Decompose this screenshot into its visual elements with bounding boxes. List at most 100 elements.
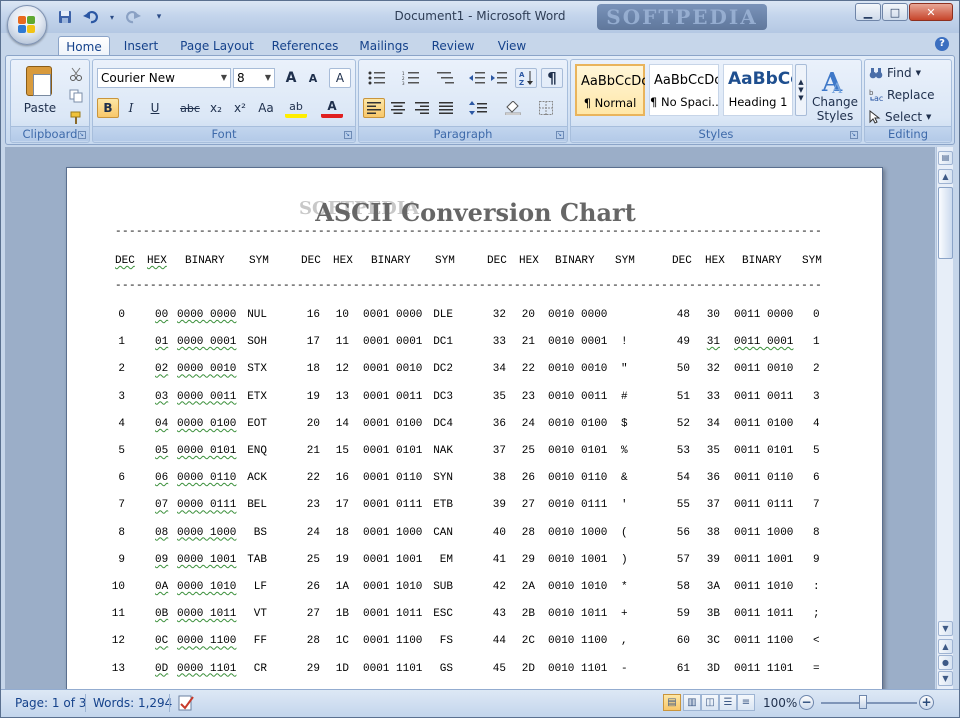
document-area[interactable]: SOFTPEDIA ASCII Conversion Chart -------… bbox=[5, 147, 935, 689]
paste-button[interactable]: Paste bbox=[17, 64, 63, 126]
highlight-button[interactable]: ab bbox=[285, 98, 307, 118]
line-spacing-icon[interactable] bbox=[463, 98, 493, 118]
paragraph-launcher-icon[interactable]: ↘ bbox=[556, 131, 564, 139]
shrink-font-button[interactable]: A bbox=[303, 68, 323, 88]
proofing-icon[interactable] bbox=[177, 694, 197, 712]
draft-view-icon[interactable]: ≡ bbox=[737, 694, 755, 711]
superscript-button[interactable]: x² bbox=[229, 98, 251, 118]
clipboard-launcher-icon[interactable]: ↘ bbox=[78, 131, 86, 139]
zoom-slider[interactable] bbox=[821, 702, 917, 704]
vertical-scrollbar[interactable]: ▤ ▲ ▼ ▲ ● ▼ bbox=[936, 147, 953, 689]
outline-view-icon[interactable]: ☰ bbox=[719, 694, 737, 711]
chevron-down-icon[interactable]: ▼ bbox=[798, 86, 803, 94]
tab-mailings[interactable]: Mailings bbox=[356, 36, 412, 56]
numbering-icon[interactable]: 123 bbox=[397, 68, 425, 88]
table-cell: 0010 1101 bbox=[548, 662, 608, 675]
next-page-icon[interactable]: ▼ bbox=[938, 671, 953, 686]
tab-home[interactable]: Home bbox=[58, 36, 110, 56]
table-cell: : bbox=[813, 581, 820, 593]
header-cell: BINARY bbox=[185, 255, 225, 267]
help-icon[interactable]: ? bbox=[935, 37, 949, 51]
styles-group-label: Styles bbox=[571, 126, 861, 141]
borders-icon[interactable] bbox=[531, 98, 561, 118]
style-normal[interactable]: AaBbCcDc ¶ Normal bbox=[575, 64, 645, 116]
strikethrough-button[interactable]: abc bbox=[179, 98, 201, 118]
bold-button[interactable]: B bbox=[97, 98, 119, 118]
change-styles-button[interactable]: A A Change Styles bbox=[811, 64, 859, 126]
table-cell: 0011 1100 bbox=[734, 635, 794, 648]
align-right-icon[interactable] bbox=[411, 98, 433, 118]
style-name: Heading 1 bbox=[728, 95, 788, 109]
zoom-level[interactable]: 100% bbox=[763, 696, 797, 710]
scroll-down-icon[interactable]: ▼ bbox=[938, 621, 953, 636]
show-formatting-button[interactable]: ¶ bbox=[541, 68, 563, 88]
style-heading-1[interactable]: AaBbCc Heading 1 bbox=[723, 64, 793, 116]
scroll-up-icon[interactable]: ▲ bbox=[938, 169, 953, 184]
table-cell: ESC bbox=[433, 608, 453, 621]
table-cell: 7 bbox=[118, 499, 125, 512]
bullets-icon[interactable] bbox=[363, 68, 391, 88]
table-cell: DC4 bbox=[433, 417, 453, 430]
select-browse-object-icon[interactable]: ● bbox=[938, 655, 953, 670]
select-button[interactable]: Select ▼ bbox=[869, 107, 947, 127]
close-button[interactable]: ✕ bbox=[909, 3, 953, 21]
tab-insert[interactable]: Insert bbox=[119, 36, 163, 56]
zoom-slider-thumb[interactable] bbox=[859, 695, 867, 709]
print-layout-view-icon[interactable]: ▤ bbox=[663, 694, 681, 711]
full-screen-reading-icon[interactable]: ▥ bbox=[683, 694, 701, 711]
table-cell: 0010 0110 bbox=[548, 472, 608, 485]
align-center-icon[interactable] bbox=[387, 98, 409, 118]
underline-button[interactable]: U bbox=[145, 98, 165, 118]
italic-button[interactable]: I bbox=[121, 98, 141, 118]
shading-icon[interactable] bbox=[499, 98, 527, 118]
ruler-toggle-icon[interactable]: ▤ bbox=[938, 151, 953, 165]
table-cell: 0A bbox=[155, 581, 169, 593]
cut-icon[interactable] bbox=[67, 64, 85, 84]
table-cell: 0B bbox=[155, 608, 169, 621]
replace-button[interactable]: b ac Replace bbox=[869, 85, 947, 105]
style-no-spacing[interactable]: AaBbCcDc ¶ No Spaci... bbox=[649, 64, 719, 116]
decrease-indent-icon[interactable] bbox=[467, 68, 487, 88]
tab-page-layout[interactable]: Page Layout bbox=[179, 36, 255, 56]
chevron-up-icon[interactable]: ▲ bbox=[798, 78, 803, 86]
font-name-combo[interactable]: Courier New ▼ bbox=[97, 68, 231, 88]
maximize-button[interactable]: □ bbox=[882, 3, 908, 21]
document-title[interactable]: ASCII Conversion Chart bbox=[67, 198, 884, 227]
table-cell: 58 bbox=[676, 581, 690, 593]
web-layout-icon[interactable]: ◫ bbox=[701, 694, 719, 711]
sort-icon[interactable]: AZ bbox=[515, 68, 537, 88]
office-button[interactable] bbox=[7, 5, 47, 45]
table-cell: 0001 0101 bbox=[363, 445, 423, 457]
table-cell: 14 bbox=[335, 417, 349, 430]
format-painter-icon[interactable] bbox=[67, 108, 85, 128]
zoom-in-button[interactable]: + bbox=[919, 695, 934, 710]
document-page[interactable]: SOFTPEDIA ASCII Conversion Chart -------… bbox=[66, 167, 883, 689]
change-case-button[interactable]: Aa bbox=[253, 98, 279, 118]
previous-page-icon[interactable]: ▲ bbox=[938, 639, 953, 654]
clear-formatting-button[interactable]: A bbox=[329, 68, 351, 88]
font-launcher-icon[interactable]: ↘ bbox=[344, 131, 352, 139]
tab-review[interactable]: Review bbox=[429, 36, 477, 56]
styles-launcher-icon[interactable]: ↘ bbox=[850, 131, 858, 139]
copy-icon[interactable] bbox=[67, 86, 85, 106]
tab-view[interactable]: View bbox=[493, 36, 531, 56]
font-color-button[interactable]: A bbox=[321, 98, 343, 118]
word-count[interactable]: Words: 1,294 bbox=[93, 696, 172, 710]
page-count[interactable]: Page: 1 of 3 bbox=[15, 696, 86, 710]
multilevel-list-icon[interactable] bbox=[431, 68, 461, 88]
find-button[interactable]: Find ▼ bbox=[869, 63, 947, 83]
more-styles-icon[interactable]: ▼ bbox=[798, 94, 803, 102]
styles-group: AaBbCcDc ¶ Normal AaBbCcDc ¶ No Spaci...… bbox=[570, 59, 862, 143]
font-size-combo[interactable]: 8 ▼ bbox=[233, 68, 275, 88]
increase-indent-icon[interactable] bbox=[489, 68, 509, 88]
subscript-button[interactable]: x₂ bbox=[205, 98, 227, 118]
justify-icon[interactable] bbox=[435, 98, 457, 118]
minimize-button[interactable]: ▁ bbox=[855, 3, 881, 21]
zoom-out-button[interactable]: − bbox=[799, 695, 814, 710]
scroll-thumb[interactable] bbox=[938, 187, 953, 259]
tab-references[interactable]: References bbox=[271, 36, 339, 56]
align-left-icon[interactable] bbox=[363, 98, 385, 118]
table-cell: 0001 1000 bbox=[363, 526, 423, 539]
grow-font-button[interactable]: A bbox=[281, 68, 301, 88]
styles-scroll[interactable]: ▲ ▼ ▼ bbox=[795, 64, 807, 116]
